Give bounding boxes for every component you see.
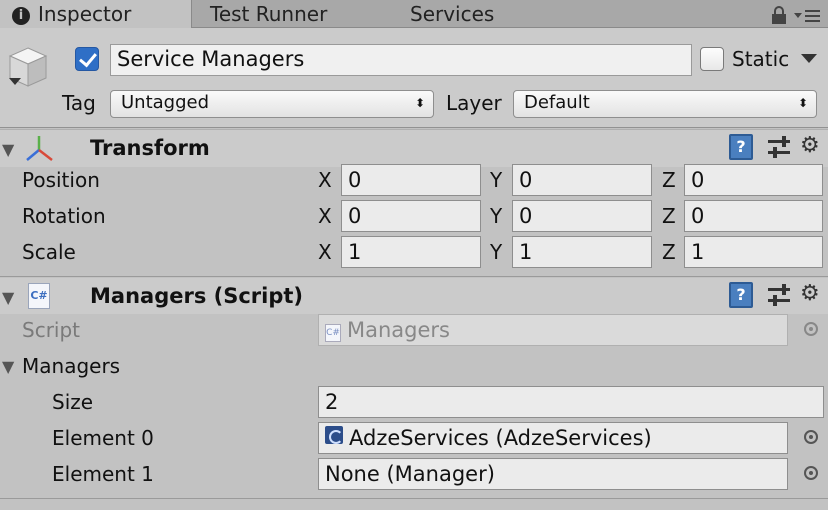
transform-settings-gear-icon[interactable]: ⚙ [800, 133, 820, 159]
static-label: Static [732, 47, 790, 71]
transform-header[interactable]: ▼ Transform ? ⚙ [0, 129, 828, 167]
transform-axes-icon [26, 136, 53, 161]
script-csharp-icon: C# [325, 324, 341, 342]
managers-script-header[interactable]: ▼ C# Managers (Script) ? ⚙ [0, 278, 828, 314]
transform-title: Transform [90, 136, 210, 160]
size-label: Size [52, 390, 94, 414]
object-name-field[interactable]: Service Managers [110, 44, 692, 76]
element-0-field[interactable]: AdzeServices (AdzeServices) [318, 422, 788, 454]
element-1-picker-icon[interactable] [804, 466, 818, 480]
position-y-field[interactable]: 0 [512, 164, 652, 196]
transform-help-icon[interactable]: ? [729, 134, 753, 160]
adze-services-icon [325, 426, 343, 444]
gameobject-header: Service Managers Static Tag Untagged ⬍ L… [0, 28, 828, 128]
layer-dropdown[interactable]: Default ⬍ [513, 90, 817, 118]
element-0-label: Element 0 [52, 426, 154, 450]
element-1-field[interactable]: None (Manager) [318, 458, 788, 490]
transform-foldout-icon[interactable]: ▼ [2, 140, 14, 160]
tag-select-arrows-icon: ⬍ [414, 96, 425, 110]
position-x-field[interactable]: 0 [341, 164, 481, 196]
rotation-z-label: Z [662, 204, 676, 228]
rotation-y-field[interactable]: 0 [512, 200, 652, 232]
position-label: Position [22, 168, 100, 192]
layer-label: Layer [446, 91, 502, 115]
managers-settings-gear-icon[interactable]: ⚙ [800, 281, 820, 307]
rotation-z-field[interactable]: 0 [684, 200, 823, 232]
managers-list-label[interactable]: Managers [22, 352, 120, 380]
icon-dropdown-arrow-icon[interactable] [8, 76, 22, 86]
size-field[interactable]: 2 [318, 386, 824, 418]
tab-services[interactable]: Services [410, 0, 494, 28]
layer-value: Default [524, 92, 590, 113]
tag-dropdown[interactable]: Untagged ⬍ [110, 90, 434, 118]
info-icon: i [12, 7, 30, 25]
tab-inspector[interactable]: i Inspector [0, 0, 192, 28]
managers-script-foldout-icon[interactable]: ▼ [2, 288, 14, 308]
script-value: Managers [347, 318, 450, 342]
layer-select-arrows-icon: ⬍ [797, 96, 808, 110]
tag-label: Tag [62, 91, 96, 115]
managers-help-icon[interactable]: ? [729, 282, 753, 308]
managers-script-title: Managers (Script) [90, 284, 304, 308]
active-toggle-checkbox[interactable] [75, 47, 99, 71]
scale-z-label: Z [662, 240, 676, 264]
managers-presets-icon[interactable] [768, 284, 790, 306]
bottom-divider [0, 498, 828, 499]
lock-icon[interactable] [770, 6, 788, 24]
rotation-label: Rotation [22, 204, 106, 228]
transform-presets-icon[interactable] [768, 136, 790, 158]
tag-value: Untagged [121, 92, 210, 113]
position-z-field[interactable]: 0 [684, 164, 823, 196]
element-0-value: AdzeServices (AdzeServices) [349, 426, 652, 450]
managers-list-foldout-icon[interactable]: ▼ [2, 357, 14, 377]
tab-menu-icon[interactable] [794, 8, 822, 24]
position-x-label: X [318, 168, 332, 192]
position-y-label: Y [490, 168, 503, 192]
csharp-script-icon: C# [28, 283, 50, 309]
element-1-label: Element 1 [52, 462, 154, 486]
tab-bar: i Inspector Test Runner Services [0, 0, 828, 28]
rotation-x-field[interactable]: 0 [341, 200, 481, 232]
tab-test-runner[interactable]: Test Runner [210, 0, 327, 28]
scale-z-field[interactable]: 1 [684, 236, 823, 268]
rotation-x-label: X [318, 204, 332, 228]
element-0-picker-icon[interactable] [804, 430, 818, 444]
scale-y-field[interactable]: 1 [512, 236, 652, 268]
position-z-label: Z [662, 168, 676, 192]
component-divider [0, 276, 828, 277]
script-label: Script [22, 318, 81, 342]
script-picker-icon [804, 322, 818, 336]
static-checkbox[interactable] [700, 47, 724, 71]
scale-x-label: X [318, 240, 332, 264]
scale-label: Scale [22, 240, 76, 264]
tab-inspector-label: Inspector [38, 2, 132, 26]
script-field: C# Managers [318, 314, 788, 346]
rotation-y-label: Y [490, 204, 503, 228]
static-dropdown-icon[interactable] [800, 52, 818, 64]
scale-y-label: Y [490, 240, 503, 264]
scale-x-field[interactable]: 1 [341, 236, 481, 268]
